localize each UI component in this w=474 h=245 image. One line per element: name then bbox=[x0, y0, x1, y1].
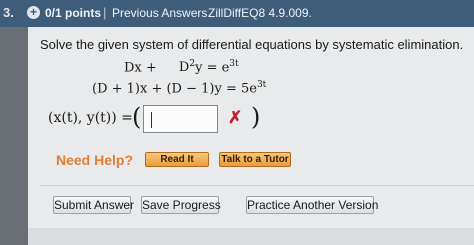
equation-2-exponent: 3t bbox=[256, 80, 267, 90]
previous-answers-link[interactable]: Previous Answers bbox=[112, 6, 207, 20]
equation-1-left: Dx + bbox=[124, 60, 157, 76]
equation-1: Dx + D2y = e3t bbox=[124, 59, 239, 75]
header-separator: | bbox=[103, 5, 107, 20]
close-paren: ) bbox=[251, 103, 261, 131]
equation-1-right: y = e bbox=[195, 60, 230, 76]
section-divider bbox=[40, 185, 474, 186]
answer-input[interactable] bbox=[143, 105, 218, 133]
question-header: 3. + 0/1 points | Previous Answers ZillD… bbox=[0, 0, 474, 27]
bottom-area bbox=[28, 228, 474, 245]
open-paren: ( bbox=[132, 103, 142, 131]
problem-prompt: Solve the given system of differential e… bbox=[40, 37, 464, 52]
submit-answer-button[interactable]: Submit Answer bbox=[53, 196, 134, 214]
equation-2: (D + 1)x + (D − 1)y = 5e3t bbox=[92, 80, 266, 96]
points-score: 0/1 points bbox=[45, 6, 102, 20]
talk-to-tutor-button[interactable]: Talk to a Tutor bbox=[219, 152, 291, 167]
equation-1-d: D bbox=[178, 60, 190, 76]
equation-2-text: (D + 1)x + (D − 1)y = 5e bbox=[92, 81, 257, 97]
left-margin bbox=[0, 27, 28, 245]
expand-plus-icon[interactable]: + bbox=[27, 6, 40, 19]
question-number: 3. bbox=[3, 5, 14, 20]
question-id: ZillDiffEQ8 4.9.009. bbox=[208, 6, 312, 20]
answer-label: (x(t), y(t)) = bbox=[48, 110, 133, 126]
incorrect-x-icon: ✗ bbox=[228, 108, 243, 127]
read-it-button[interactable]: Read It bbox=[145, 152, 209, 167]
text-caret bbox=[151, 112, 152, 128]
need-help-label: Need Help? bbox=[56, 152, 134, 168]
save-progress-button[interactable]: Save Progress bbox=[141, 196, 221, 214]
practice-another-version-button[interactable]: Practice Another Version bbox=[246, 196, 378, 214]
equation-1-rhs-exponent: 3t bbox=[229, 59, 239, 69]
